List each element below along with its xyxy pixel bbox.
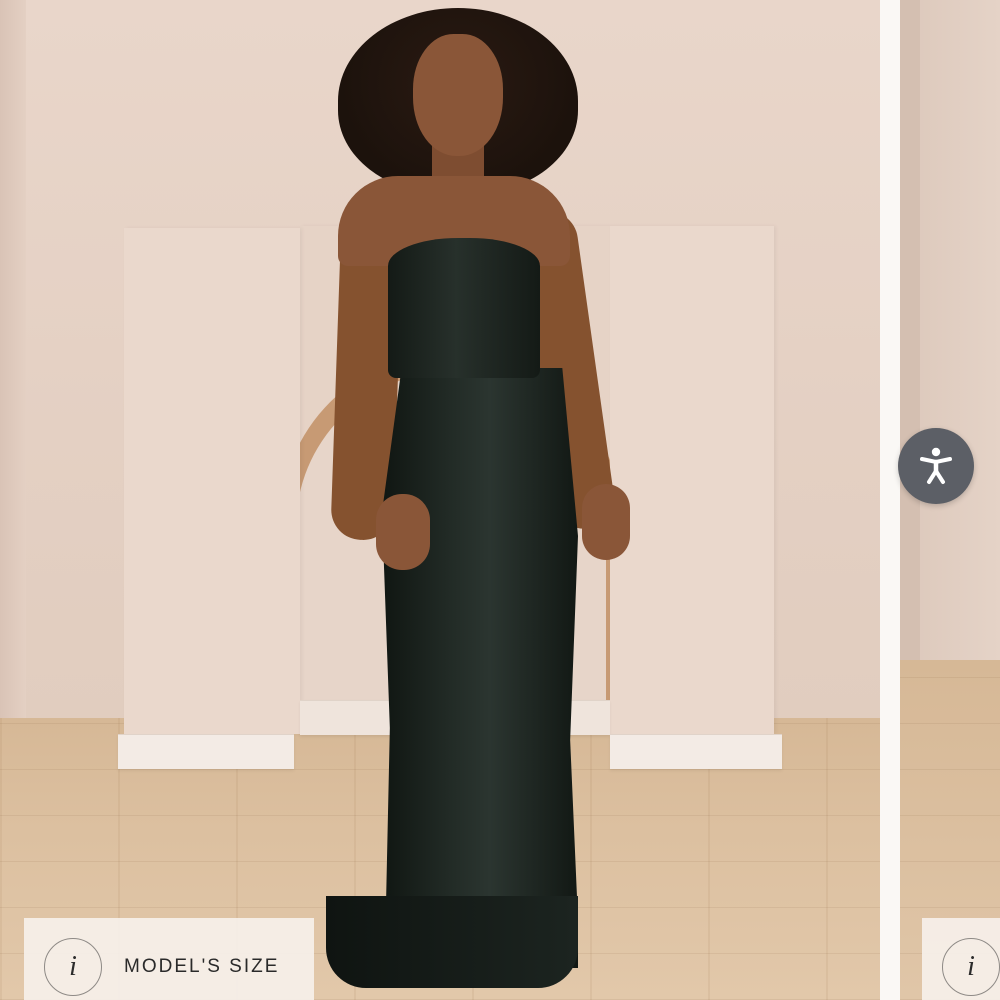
accessibility-person-icon <box>920 447 952 484</box>
model-size-button[interactable]: i MODEL'S SIZE <box>24 918 314 1000</box>
product-gallery: i MODEL'S SIZE i <box>0 0 1000 1000</box>
product-image-main[interactable] <box>0 0 880 1000</box>
next-backdrop-pillar <box>900 0 920 680</box>
model-hand-left <box>376 494 430 570</box>
info-icon: i <box>44 938 102 996</box>
gown-skirt <box>382 368 578 968</box>
gown-bodice <box>388 238 540 378</box>
model-size-button-next[interactable]: i <box>922 918 1000 1000</box>
info-icon-next: i <box>942 938 1000 996</box>
model-size-label: MODEL'S SIZE <box>124 956 280 977</box>
gown-train <box>326 896 578 988</box>
info-icon-glyph: i <box>69 951 77 982</box>
info-icon-glyph-next: i <box>967 951 975 982</box>
slide-gap <box>880 0 900 1000</box>
accessibility-button[interactable] <box>898 428 974 504</box>
model-face <box>413 34 503 156</box>
model-hand-right <box>582 484 630 560</box>
model-figure <box>0 0 880 1000</box>
